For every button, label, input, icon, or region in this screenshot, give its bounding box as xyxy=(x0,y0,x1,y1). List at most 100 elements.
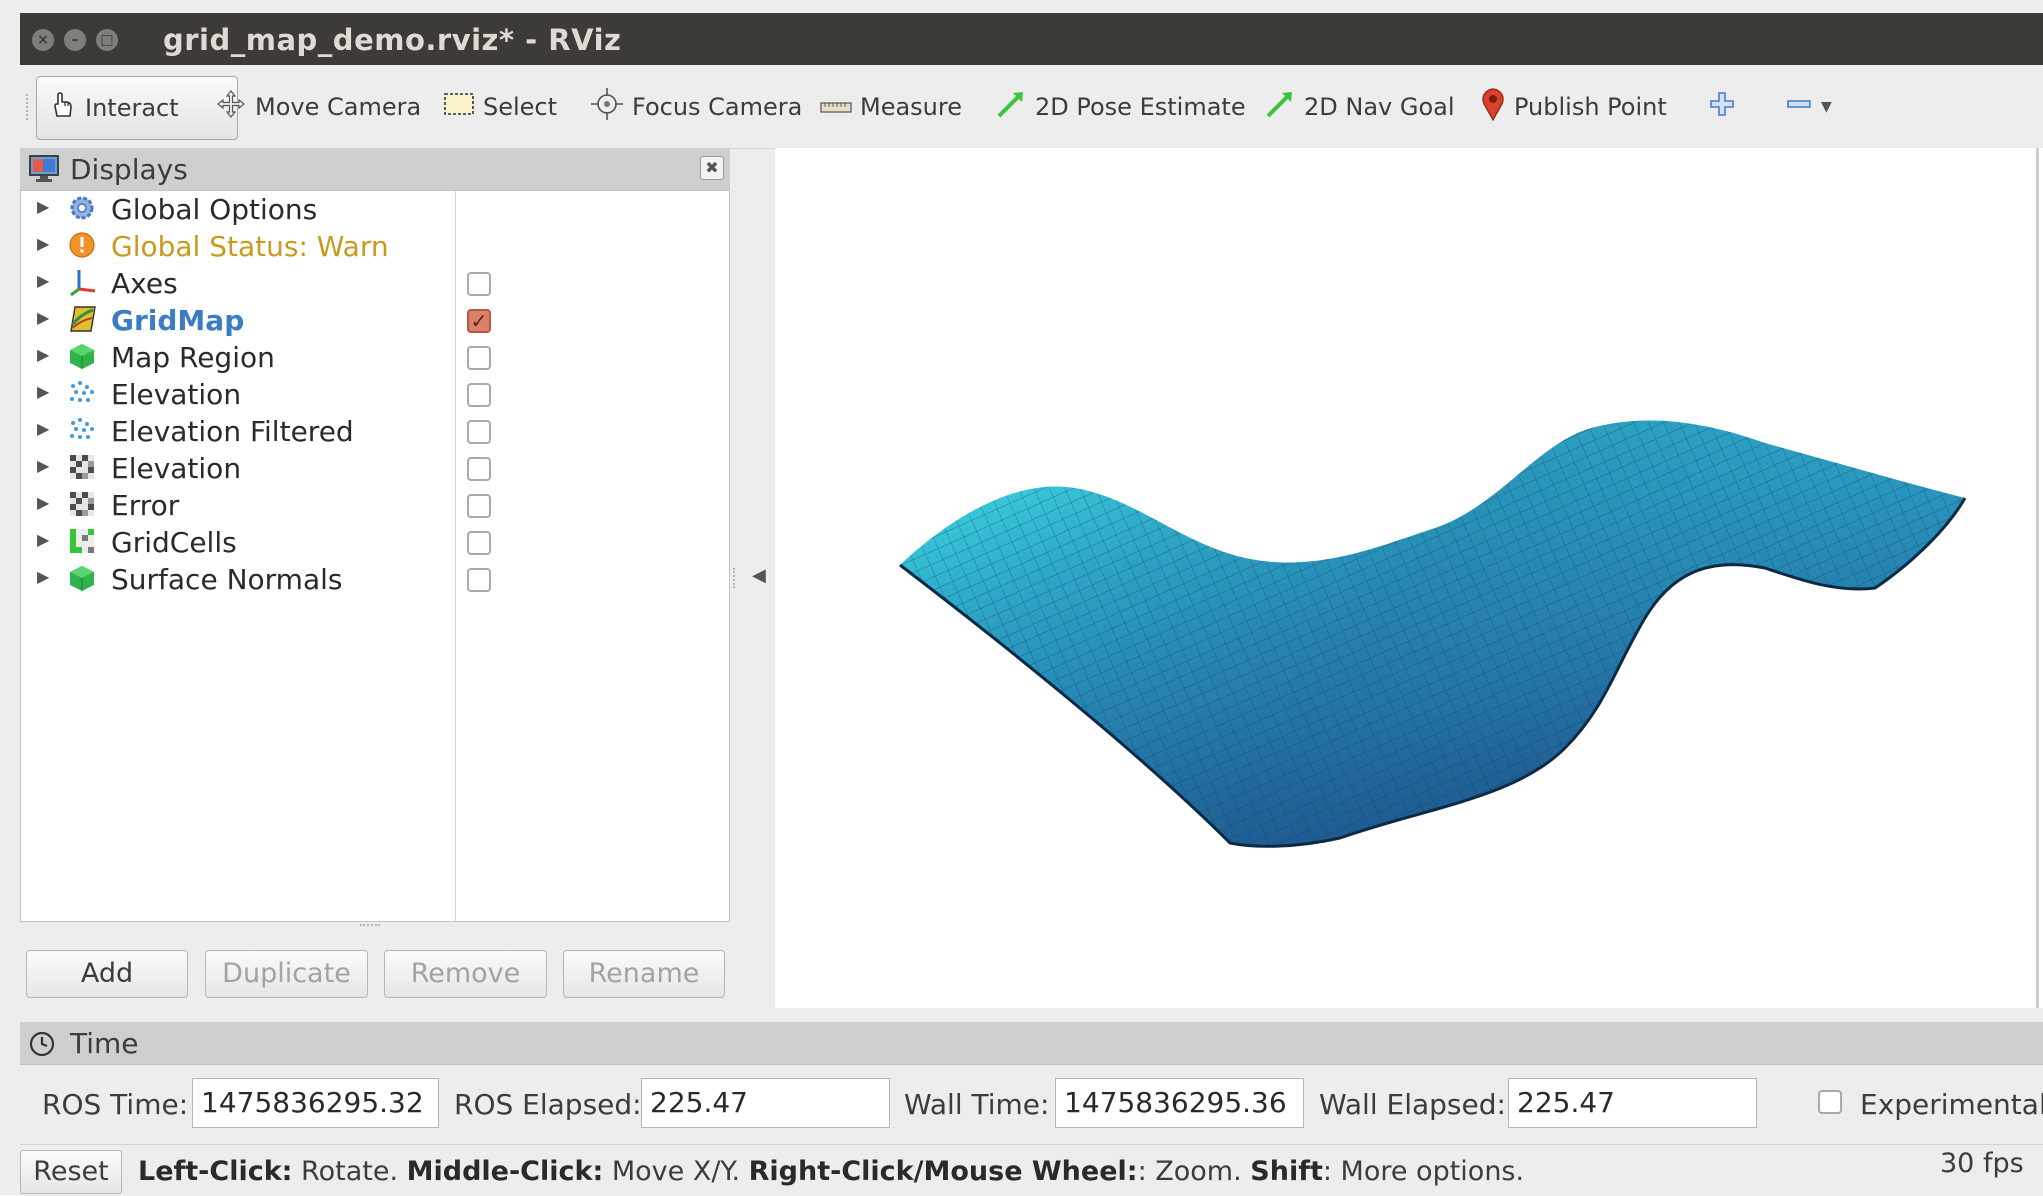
add-display-button[interactable]: Add xyxy=(26,950,188,998)
display-item-elevation-grid[interactable]: ▶ Elevation xyxy=(21,450,721,487)
remove-tool-button[interactable]: ▼ xyxy=(1785,76,1832,138)
time-title: Time xyxy=(70,1027,139,1060)
expand-arrow-icon[interactable]: ▶ xyxy=(37,456,49,475)
expand-arrow-icon[interactable]: ▶ xyxy=(37,234,49,253)
display-checkbox[interactable] xyxy=(467,531,491,555)
publish-point-tool-button[interactable]: Publish Point xyxy=(1480,76,1667,138)
displays-panel-header: Displays ✖ xyxy=(20,148,730,191)
expand-arrow-icon[interactable]: ▶ xyxy=(37,567,49,586)
ros-time-field[interactable]: 1475836295.32 xyxy=(192,1078,439,1128)
wall-time-field[interactable]: 1475836295.36 xyxy=(1055,1078,1304,1128)
point-cloud-icon xyxy=(70,418,94,439)
minimize-icon[interactable]: – xyxy=(64,29,86,51)
expand-arrow-icon[interactable]: ▶ xyxy=(37,382,49,401)
display-checkbox[interactable] xyxy=(467,346,491,370)
display-item-error[interactable]: ▶ Error xyxy=(21,487,721,524)
ruler-icon xyxy=(820,93,852,121)
2d-nav-goal-label: 2D Nav Goal xyxy=(1304,93,1455,121)
help-text: Left-Click: Rotate. Middle-Click: Move X… xyxy=(138,1156,1524,1187)
experimental-checkbox[interactable] xyxy=(1818,1090,1842,1114)
2d-pose-estimate-tool-button[interactable]: 2D Pose Estimate xyxy=(995,76,1246,138)
help-key: Right-Click/Mouse Wheel: xyxy=(748,1156,1138,1187)
window-title: grid_map_demo.rviz* - RViz xyxy=(163,23,622,57)
collapse-panel-icon[interactable]: ◀ xyxy=(752,565,766,586)
render-viewport[interactable] xyxy=(775,148,2043,1008)
display-item-elevation-pointcloud[interactable]: ▶ Elevation xyxy=(21,376,721,413)
reset-button[interactable]: Reset xyxy=(20,1150,122,1194)
2d-nav-goal-tool-button[interactable]: 2D Nav Goal xyxy=(1264,76,1455,138)
display-item-global-status[interactable]: ▶ Global Status: Warn xyxy=(21,228,721,265)
display-checkbox[interactable] xyxy=(467,568,491,592)
map-pin-icon xyxy=(1480,87,1506,127)
display-item-axes[interactable]: ▶ Axes xyxy=(21,265,721,302)
interact-tool-button[interactable]: Interact xyxy=(36,76,238,140)
display-label: GridMap xyxy=(111,304,245,337)
display-checkbox[interactable] xyxy=(467,272,491,296)
title-bar: × – □ grid_map_demo.rviz* - RViz xyxy=(20,13,2043,65)
ros-elapsed-field[interactable]: 225.47 xyxy=(641,1078,890,1128)
display-label: Map Region xyxy=(111,341,275,374)
green-cube-icon xyxy=(70,566,94,591)
green-cube-icon xyxy=(70,344,94,369)
select-tool-button[interactable]: Select xyxy=(443,76,557,138)
expand-arrow-icon[interactable]: ▶ xyxy=(37,493,49,512)
axes-icon xyxy=(70,270,96,297)
display-checkbox[interactable] xyxy=(467,457,491,481)
warning-icon xyxy=(69,232,95,258)
green-arrow-icon xyxy=(995,88,1027,126)
help-desc: Rotate. xyxy=(292,1156,407,1187)
interact-label: Interact xyxy=(85,94,179,122)
wall-elapsed-label: Wall Elapsed: xyxy=(1319,1088,1506,1121)
toolbar-grip[interactable] xyxy=(26,94,32,120)
duplicate-display-button[interactable]: Duplicate xyxy=(205,950,368,998)
display-item-map-region[interactable]: ▶ Map Region xyxy=(21,339,721,376)
crosshair-icon xyxy=(590,87,624,127)
occupancy-grid-icon xyxy=(70,455,94,479)
display-checkbox[interactable] xyxy=(467,383,491,407)
display-label: Global Options xyxy=(111,193,318,226)
display-label: Surface Normals xyxy=(111,563,343,596)
display-checkbox[interactable] xyxy=(467,420,491,444)
focus-camera-label: Focus Camera xyxy=(632,93,803,121)
gridmap-icon xyxy=(70,306,96,332)
close-panel-icon[interactable]: ✖ xyxy=(700,156,724,180)
select-label: Select xyxy=(483,93,558,121)
expand-arrow-icon[interactable]: ▶ xyxy=(37,197,49,216)
rename-display-button[interactable]: Rename xyxy=(563,950,725,998)
display-item-elevation-filtered[interactable]: ▶ Elevation Filtered xyxy=(21,413,721,450)
expand-arrow-icon[interactable]: ▶ xyxy=(37,419,49,438)
measure-tool-button[interactable]: Measure xyxy=(820,76,962,138)
display-checkbox[interactable]: ✓ xyxy=(467,309,491,333)
remove-display-button[interactable]: Remove xyxy=(384,950,547,998)
add-tool-button[interactable] xyxy=(1708,76,1744,138)
hand-pointer-icon xyxy=(47,90,77,126)
display-label: Error xyxy=(111,489,180,522)
display-checkbox[interactable] xyxy=(467,494,491,518)
help-key: Left-Click: xyxy=(138,1156,293,1187)
close-icon[interactable]: × xyxy=(32,29,54,51)
monitor-icon xyxy=(29,155,59,182)
panel-splitter-grip[interactable] xyxy=(360,924,380,932)
display-item-gridmap[interactable]: ▶ GridMap ✓ xyxy=(21,302,721,339)
focus-camera-tool-button[interactable]: Focus Camera xyxy=(590,76,802,138)
minus-icon xyxy=(1785,90,1813,124)
expand-arrow-icon[interactable]: ▶ xyxy=(37,345,49,364)
display-label: Axes xyxy=(111,267,178,300)
expand-arrow-icon[interactable]: ▶ xyxy=(37,271,49,290)
move-camera-tool-button[interactable]: Move Camera xyxy=(215,76,421,138)
plus-icon xyxy=(1708,90,1736,124)
display-item-surface-normals[interactable]: ▶ Surface Normals xyxy=(21,561,721,598)
expand-arrow-icon[interactable]: ▶ xyxy=(37,308,49,327)
display-item-global-options[interactable]: ▶ Global Options xyxy=(21,191,721,228)
gridmap-surface xyxy=(899,420,1967,848)
maximize-icon[interactable]: □ xyxy=(96,29,118,51)
wall-elapsed-field[interactable]: 225.47 xyxy=(1508,1078,1757,1128)
display-item-gridcells[interactable]: ▶ GridCells xyxy=(21,524,721,561)
green-arrow-icon xyxy=(1264,88,1296,126)
measure-label: Measure xyxy=(860,93,962,121)
selection-rect-icon xyxy=(443,90,475,124)
vertical-splitter-grip[interactable] xyxy=(733,568,741,588)
chevron-down-icon[interactable]: ▼ xyxy=(1821,99,1832,115)
expand-arrow-icon[interactable]: ▶ xyxy=(37,530,49,549)
help-key: Middle-Click: xyxy=(406,1156,604,1187)
